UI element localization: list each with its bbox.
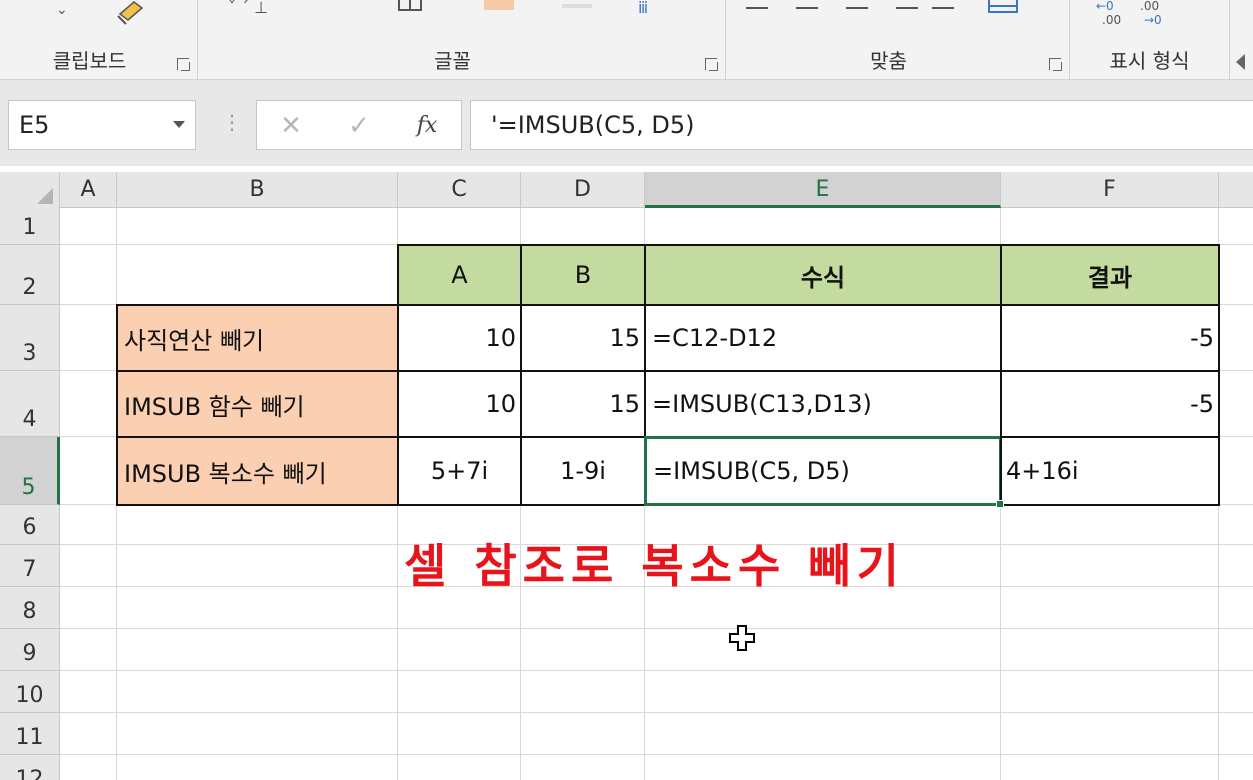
table-cell[interactable]: 10: [397, 304, 522, 372]
worksheet-grid[interactable]: A B C D E F 1 2 3 4 5 6 7 8 9 10 11 12 A…: [0, 166, 1253, 780]
formula-input[interactable]: '=IMSUB(C5, D5): [470, 100, 1253, 150]
annotation-text: 셀 참조로 복소수 빼기: [404, 539, 905, 593]
font-size-icon[interactable]: ˇ ˊ ⊥: [228, 0, 268, 17]
table-cell[interactable]: 1-9i: [520, 436, 646, 506]
table-cell[interactable]: 15: [520, 370, 646, 438]
row-number: 9: [22, 641, 37, 666]
row-number: 2: [22, 275, 37, 300]
row-number: 6: [22, 515, 37, 540]
row-number: 12: [15, 767, 44, 780]
svg-text:.00: .00: [1140, 0, 1159, 13]
table-cell[interactable]: 15: [520, 304, 646, 372]
row-number: 4: [22, 407, 37, 432]
ribbon-group-font: ˇ ˊ ⊥ ⅲ 글꼴: [198, 0, 726, 80]
format-painter-icon[interactable]: [114, 0, 148, 26]
phonetic-icon[interactable]: ⅲ: [638, 0, 648, 17]
ribbon-group-number: ←0 .00 .00 →0 표시 형식: [1070, 0, 1230, 80]
table-cell[interactable]: -5: [1000, 370, 1220, 438]
table-cell[interactable]: 4+16i: [1000, 436, 1220, 506]
table-cell[interactable]: -5: [1000, 304, 1220, 372]
enter-icon[interactable]: ✓: [339, 107, 379, 145]
gridline: [60, 670, 1253, 671]
font-color-icon[interactable]: [562, 4, 592, 8]
column-header-row: A B C D E F: [0, 172, 1253, 208]
ribbon-group-alignment: 맞춤: [726, 0, 1070, 80]
chevron-down-icon[interactable]: [173, 121, 185, 128]
merge-center-icon[interactable]: [988, 0, 1018, 14]
border-icon[interactable]: [398, 0, 422, 12]
active-cell[interactable]: =IMSUB(C5, D5): [644, 436, 1002, 506]
group-label-clipboard: 클립보드: [52, 49, 127, 73]
column-header-c[interactable]: C: [398, 172, 521, 208]
table-row-label[interactable]: IMSUB 복소수 빼기: [116, 436, 399, 506]
fill-color-icon[interactable]: [484, 0, 514, 10]
row-header-7[interactable]: 7: [0, 545, 60, 587]
row-header-5[interactable]: 5: [0, 437, 60, 505]
row-number: 7: [22, 557, 37, 582]
gridline: [60, 628, 1253, 629]
dialog-launcher-icon[interactable]: [705, 58, 719, 72]
column-header-b[interactable]: B: [117, 172, 398, 208]
table-cell[interactable]: =IMSUB(C13,D13): [644, 370, 1002, 438]
table-cell[interactable]: =C12-D12: [644, 304, 1002, 372]
dialog-launcher-icon[interactable]: [177, 58, 191, 72]
row-header-11[interactable]: 11: [0, 713, 60, 755]
row-header-4[interactable]: 4: [0, 371, 60, 437]
gridline: [60, 754, 1253, 755]
column-header-d[interactable]: D: [521, 172, 645, 208]
table-cell[interactable]: 10: [397, 370, 522, 438]
decimal-icons[interactable]: ←0 .00 .00 →0: [1096, 0, 1196, 30]
row-header-3[interactable]: 3: [0, 305, 60, 371]
row-number: 8: [22, 599, 37, 624]
dialog-launcher-icon[interactable]: [1049, 58, 1063, 72]
column-header-a[interactable]: A: [60, 172, 117, 208]
gridline: [60, 712, 1253, 713]
name-box-value: E5: [19, 111, 50, 139]
group-label-alignment: 맞춤: [870, 49, 907, 73]
vertical-dots-icon[interactable]: ⋮: [222, 110, 242, 134]
table-header-cell[interactable]: A: [397, 244, 522, 306]
row-number: 11: [15, 725, 44, 750]
row-header-8[interactable]: 8: [0, 587, 60, 629]
formula-buttons: ✕ ✓ fx: [256, 100, 462, 150]
group-label-number: 표시 형식: [1109, 49, 1190, 73]
align-icons[interactable]: [746, 0, 966, 14]
row-number: 5: [21, 475, 36, 500]
select-all-icon: [37, 188, 53, 204]
table-row-label[interactable]: 사직연산 빼기: [116, 304, 399, 372]
table-cell[interactable]: 5+7i: [397, 436, 522, 506]
row-header-6[interactable]: 6: [0, 505, 60, 545]
row-header-2[interactable]: 2: [0, 245, 60, 305]
table-row-label[interactable]: IMSUB 함수 빼기: [116, 370, 399, 438]
cancel-icon[interactable]: ✕: [271, 107, 311, 145]
row-number: 10: [15, 683, 44, 708]
row-number: 1: [22, 215, 37, 240]
row-number: 3: [22, 341, 37, 366]
group-label-font: 글꼴: [434, 49, 471, 73]
collapse-ribbon-icon[interactable]: [1236, 54, 1245, 70]
fill-handle[interactable]: [996, 500, 1004, 508]
name-box[interactable]: E5: [8, 100, 196, 150]
table-header-cell[interactable]: 수식: [644, 244, 1002, 306]
chevron-down-icon[interactable]: ⌄: [56, 2, 68, 18]
insert-function-icon[interactable]: fx: [407, 107, 447, 145]
row-header-9[interactable]: 9: [0, 629, 60, 671]
cell-select-cursor-icon: [729, 625, 755, 651]
column-header-f[interactable]: F: [1001, 172, 1219, 208]
svg-text:←0: ←0: [1096, 0, 1114, 13]
ribbon-group-clipboard: ⌄ 클립보드: [0, 0, 198, 80]
column-header-e[interactable]: E: [645, 172, 1001, 208]
ribbon: ⌄ 클립보드 ˇ ˊ ⊥ ⅲ 글꼴 맞춤 ←0 .00 .00 →0 표시 형식: [0, 0, 1253, 80]
svg-text:.00: .00: [1102, 13, 1121, 27]
formula-bar: E5 ⋮ ✕ ✓ fx '=IMSUB(C5, D5): [0, 80, 1253, 166]
table-header-cell[interactable]: 결과: [1000, 244, 1220, 306]
table-header-cell[interactable]: B: [520, 244, 646, 306]
svg-text:→0: →0: [1144, 13, 1162, 27]
row-header-1[interactable]: 1: [0, 208, 60, 245]
row-header-10[interactable]: 10: [0, 671, 60, 713]
row-header-12[interactable]: 12: [0, 755, 60, 780]
select-all-corner[interactable]: [0, 172, 60, 208]
